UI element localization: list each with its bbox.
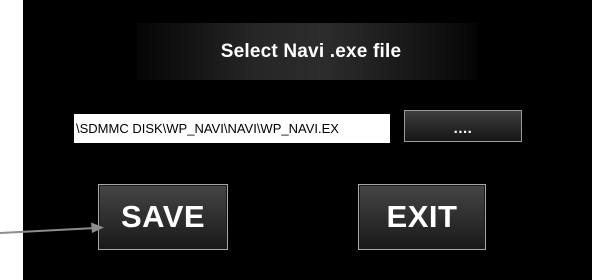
exe-path-field[interactable] xyxy=(74,114,390,143)
navi-setup-screen: Select Navi .exe file .... SAVE EXIT xyxy=(23,0,592,280)
title-bar: Select Navi .exe file xyxy=(137,23,477,80)
exit-button[interactable]: EXIT xyxy=(358,184,486,250)
dialog-title: Select Navi .exe file xyxy=(220,40,402,62)
save-button[interactable]: SAVE xyxy=(98,184,228,250)
arrow-right-icon xyxy=(0,222,104,234)
browse-button[interactable]: .... xyxy=(404,110,522,142)
